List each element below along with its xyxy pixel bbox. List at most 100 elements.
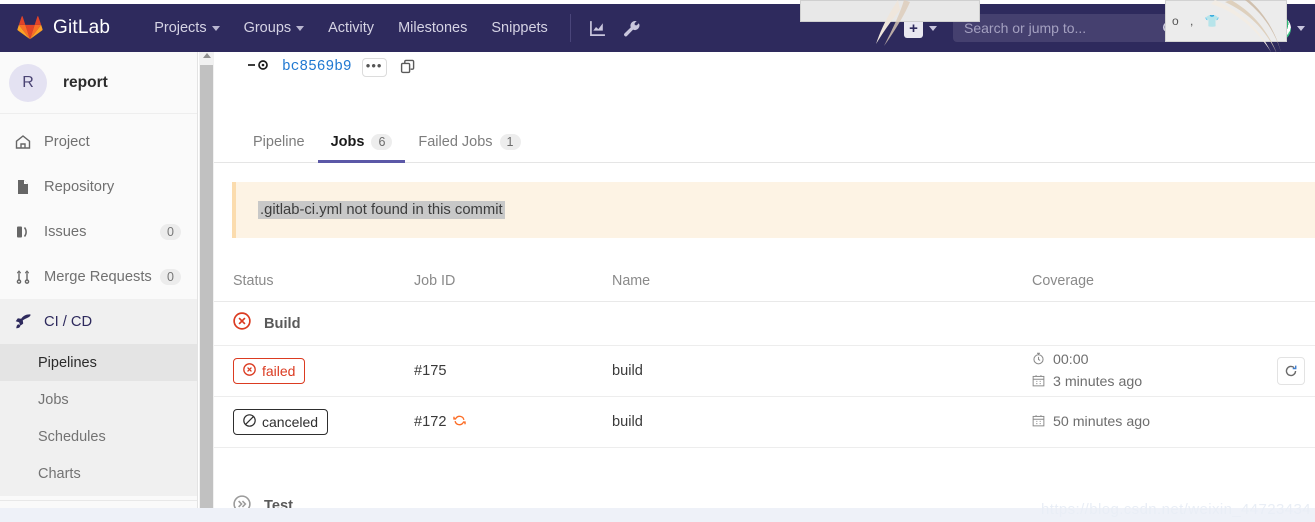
- nav-link-activity-label: Activity: [328, 20, 375, 36]
- ci-config-warning-banner: .gitlab-ci.yml not found in this commit: [232, 182, 1315, 238]
- table-row[interactable]: failed #175 build 00:00 3 minutes ago: [214, 346, 1315, 397]
- job-status-cell: canceled: [214, 409, 414, 435]
- home-icon: [12, 134, 34, 150]
- commit-expand-button[interactable]: •••: [361, 57, 387, 77]
- issues-icon: [12, 224, 34, 240]
- sidebar-item-repository-label: Repository: [44, 178, 115, 195]
- sidebar-subitem-charts[interactable]: Charts: [0, 455, 197, 492]
- nav-link-groups-label: Groups: [243, 20, 292, 36]
- job-timestamp-label: 3 minutes ago: [1053, 374, 1143, 390]
- column-header-name: Name: [612, 273, 651, 289]
- wrench-admin-icon[interactable]: [615, 11, 649, 45]
- status-badge-label: failed: [262, 363, 296, 379]
- sidebar-item-project-label: Project: [44, 133, 90, 150]
- navbar-right-group: +: [904, 11, 1315, 45]
- job-id-link[interactable]: #172: [414, 414, 446, 430]
- project-avatar: R: [9, 63, 47, 102]
- job-timestamp: 50 minutes ago: [1032, 414, 1315, 431]
- sidebar-cicd-submenu: Pipelines Jobs Schedules Charts: [0, 344, 197, 496]
- status-badge[interactable]: canceled: [233, 409, 329, 435]
- sidebar-item-cicd-label: CI / CD: [44, 313, 93, 330]
- tab-pipeline[interactable]: Pipeline: [240, 134, 318, 162]
- search-input[interactable]: [962, 19, 1162, 37]
- sidebar-subitem-schedules[interactable]: Schedules: [0, 418, 197, 455]
- column-header-coverage: Coverage: [1032, 273, 1094, 289]
- page-bottom-strip-left: [0, 508, 214, 522]
- tab-failed-jobs[interactable]: Failed Jobs 1: [405, 134, 533, 162]
- retry-job-button[interactable]: [1277, 357, 1305, 385]
- table-row[interactable]: canceled #172 build 50 minutes ago: [214, 397, 1315, 448]
- nav-link-activity[interactable]: Activity: [316, 20, 386, 36]
- tab-jobs[interactable]: Jobs 6: [317, 134, 406, 163]
- job-id-link[interactable]: #175: [414, 363, 446, 379]
- scrollbar-thumb[interactable]: [200, 65, 213, 509]
- sidebar-item-issues-label: Issues: [44, 223, 87, 240]
- sidebar-item-issues-badge: 0: [160, 223, 181, 240]
- sidebar-subitem-pipelines[interactable]: Pipelines: [0, 344, 197, 381]
- brand-label: GitLab: [53, 17, 111, 38]
- sidebar-item-repository[interactable]: Repository: [0, 164, 197, 209]
- sidebar-item-merge-requests-badge: 0: [160, 268, 181, 285]
- copy-icon[interactable]: [400, 59, 416, 75]
- job-meta-cell: 00:00 3 minutes ago: [1032, 352, 1315, 391]
- user-avatar[interactable]: [1266, 15, 1291, 41]
- job-name: build: [612, 363, 643, 379]
- nav-link-snippets[interactable]: Snippets: [479, 20, 559, 36]
- search-box[interactable]: [953, 14, 1186, 42]
- sidebar-divider: [0, 500, 197, 501]
- commit-sha-link[interactable]: bc8569b9: [282, 59, 352, 75]
- jobs-table: Status Job ID Name Coverage Build failed…: [214, 261, 1315, 522]
- sidebar-item-project[interactable]: Project: [0, 119, 197, 164]
- jobs-table-header: Status Job ID Name Coverage: [214, 261, 1315, 302]
- status-badge-label: canceled: [262, 414, 319, 430]
- stage-group-spacer: [214, 448, 1315, 484]
- tab-jobs-count: 6: [371, 134, 393, 150]
- status-failed-icon: [243, 363, 256, 379]
- search-icon: [1162, 21, 1177, 35]
- chevron-down-icon: [296, 25, 305, 31]
- stage-name-build: Build: [264, 315, 301, 332]
- job-name-cell: build: [612, 413, 1032, 431]
- top-navbar: GitLab Projects Groups Activity Mileston…: [0, 4, 1315, 52]
- page-scrollbar[interactable]: [199, 47, 214, 522]
- nav-link-projects[interactable]: Projects: [142, 20, 231, 36]
- status-badge[interactable]: failed: [233, 358, 306, 384]
- sidebar-item-issues[interactable]: Issues 0: [0, 209, 197, 254]
- sidebar-nav-list: Project Repository Issues 0 Merge Reques…: [0, 114, 197, 522]
- nav-link-milestones[interactable]: Milestones: [386, 20, 479, 36]
- job-id-cell: #172: [414, 414, 612, 431]
- status-failed-icon: [233, 312, 251, 335]
- job-name: build: [612, 414, 643, 430]
- commit-node-icon: [248, 58, 270, 76]
- calendar-icon: [1032, 414, 1045, 431]
- column-header-job-id: Job ID: [414, 273, 456, 289]
- tab-failed-jobs-label: Failed Jobs: [418, 134, 493, 150]
- sidebar-project-header[interactable]: R report: [0, 52, 197, 114]
- stage-row-build: Build: [214, 302, 1315, 346]
- analytics-chart-icon[interactable]: [581, 11, 615, 45]
- retried-icon: [453, 414, 467, 431]
- issues-nav-icon[interactable]: [1186, 11, 1220, 45]
- new-item-button[interactable]: +: [904, 18, 923, 38]
- chevron-down-icon: [1297, 25, 1305, 31]
- sidebar-item-cicd[interactable]: CI / CD: [0, 299, 197, 344]
- pipeline-tabs: Pipeline Jobs 6 Failed Jobs 1: [214, 113, 1315, 163]
- ci-config-warning-text: .gitlab-ci.yml not found in this commit: [258, 201, 505, 219]
- sidebar-item-merge-requests[interactable]: Merge Requests 0: [0, 254, 197, 299]
- sidebar-subitem-jobs[interactable]: Jobs: [0, 381, 197, 418]
- retry-icon: [1285, 365, 1297, 377]
- nav-link-snippets-label: Snippets: [491, 20, 548, 36]
- document-icon: [12, 179, 34, 195]
- sidebar-subitem-jobs-label: Jobs: [38, 391, 69, 408]
- app-root: GitLab Projects Groups Activity Mileston…: [0, 0, 1315, 522]
- tab-jobs-label: Jobs: [330, 134, 365, 150]
- job-timestamp-label: 50 minutes ago: [1053, 414, 1151, 430]
- nav-link-groups[interactable]: Groups: [232, 20, 317, 36]
- column-header-status: Status: [233, 273, 274, 289]
- project-name: report: [63, 73, 108, 91]
- merge-requests-nav-icon[interactable]: [1220, 11, 1254, 45]
- sidebar-item-merge-requests-label: Merge Requests: [44, 268, 152, 285]
- nav-links: Projects Groups Activity Milestones Snip…: [142, 11, 649, 45]
- gitlab-brand[interactable]: GitLab: [0, 16, 110, 40]
- nav-link-milestones-label: Milestones: [398, 20, 468, 36]
